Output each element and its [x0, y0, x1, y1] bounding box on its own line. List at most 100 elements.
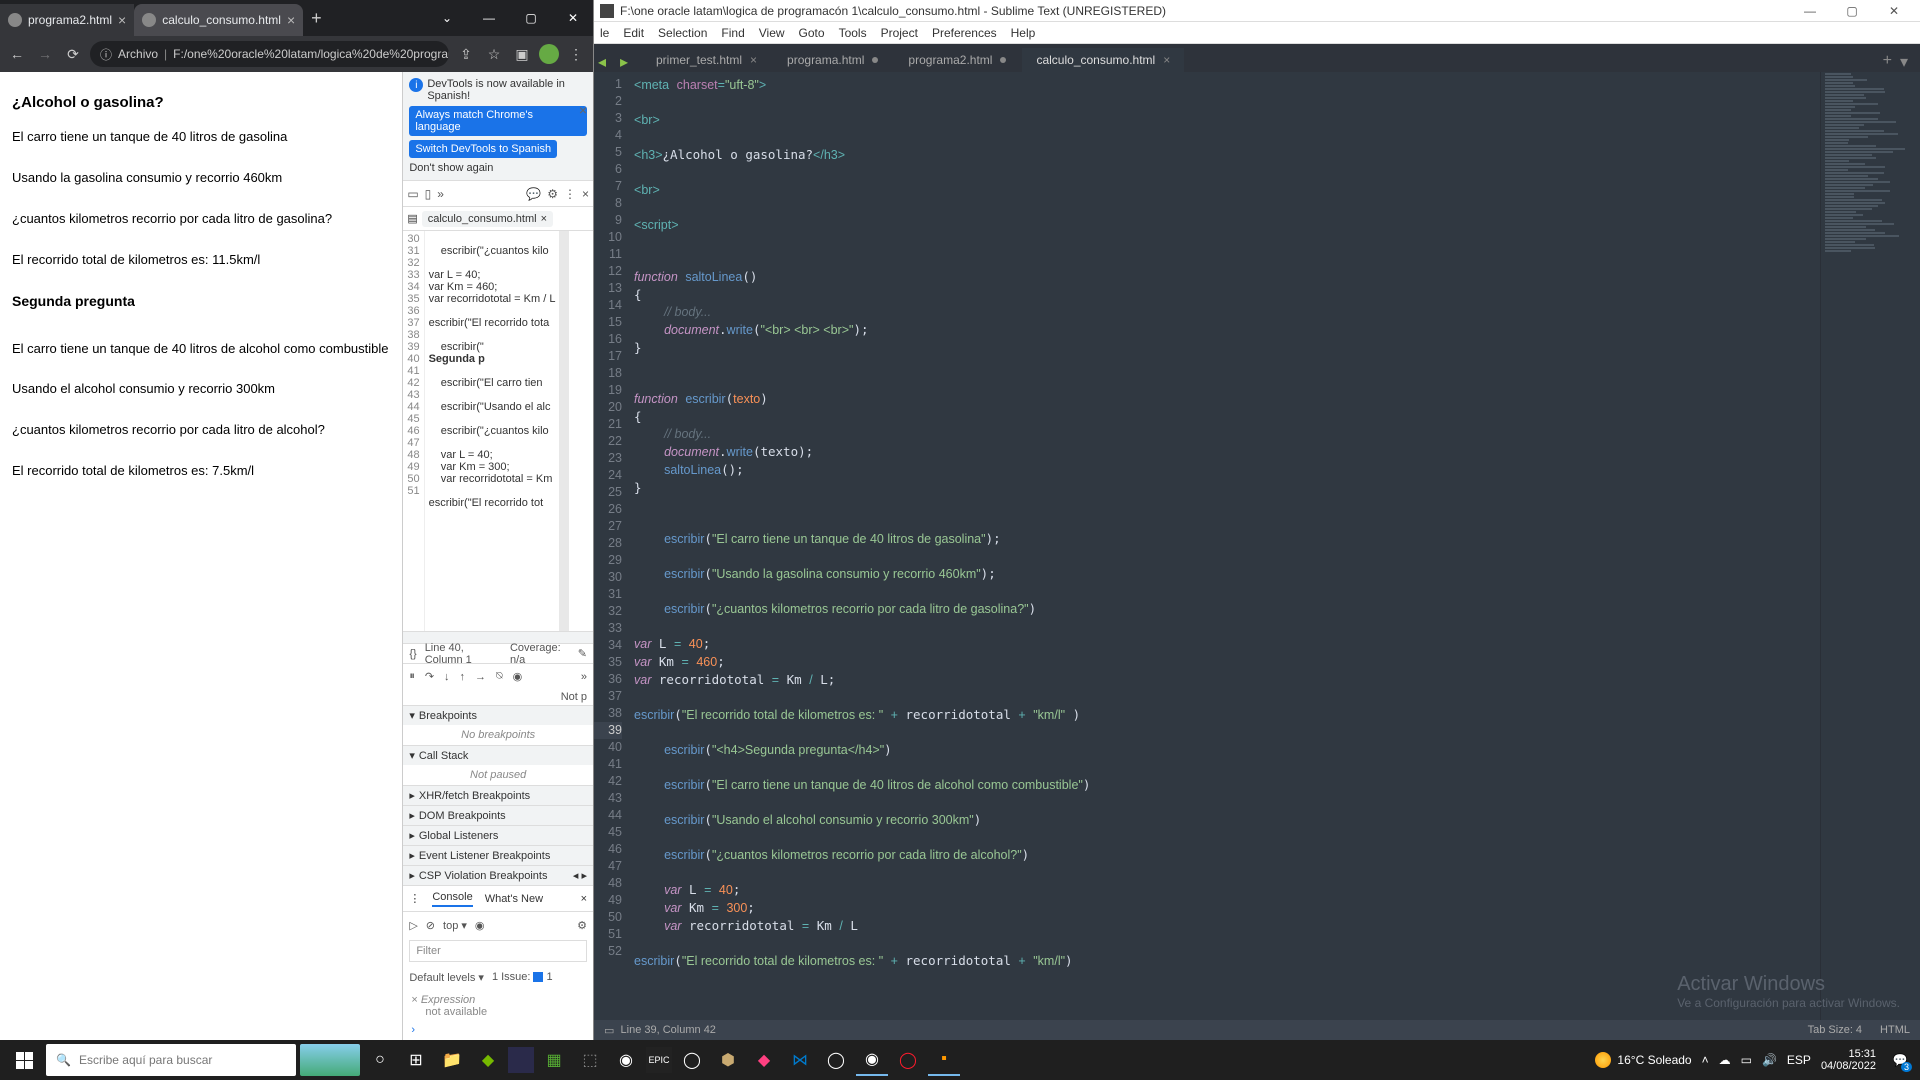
volume-icon[interactable]: 🔊 — [1762, 1053, 1777, 1067]
menu-item[interactable]: View — [759, 26, 785, 40]
more-icon[interactable]: » — [581, 671, 587, 683]
console-prompt[interactable]: › — [411, 1024, 585, 1036]
close-icon[interactable]: × — [581, 893, 587, 905]
braces-icon[interactable]: {} — [409, 648, 416, 660]
cortana-icon[interactable]: ○ — [364, 1044, 396, 1076]
add-tab-icon[interactable]: + — [1883, 52, 1892, 72]
close-icon[interactable]: ✕ — [1874, 4, 1914, 18]
epic-icon[interactable]: EPIC — [646, 1047, 672, 1073]
new-tab-button[interactable]: + — [311, 8, 322, 29]
close-icon[interactable]: ✕ — [553, 3, 593, 33]
dont-show-link[interactable]: Don't show again — [409, 162, 587, 174]
chevron-up-icon[interactable]: ˄ — [1702, 1053, 1709, 1067]
pause-icon[interactable]: ⏸ — [409, 670, 415, 683]
back-icon[interactable]: ← — [6, 43, 28, 65]
context-select[interactable]: top ▾ — [443, 919, 467, 932]
editor-tab-active[interactable]: calculo_consumo.html× — [1022, 48, 1184, 72]
minimize-icon[interactable]: — — [1790, 4, 1830, 18]
explorer-icon[interactable]: 📁 — [436, 1044, 468, 1076]
editor-tab[interactable]: programa2.html — [894, 48, 1020, 72]
clock[interactable]: 15:31 04/08/2022 — [1821, 1048, 1876, 1072]
maximize-icon[interactable]: ▢ — [511, 3, 551, 33]
event-bp-header[interactable]: ▸ Event Listener Breakpoints — [403, 846, 593, 865]
menu-item[interactable]: Preferences — [932, 26, 997, 40]
tab-size[interactable]: Tab Size: 4 — [1808, 1024, 1862, 1036]
menu-item[interactable]: Edit — [623, 26, 644, 40]
close-icon[interactable]: × — [582, 187, 589, 201]
levels-select[interactable]: Default levels ▾ — [409, 971, 484, 984]
code-editor[interactable]: <meta charset="uft-8"> <br> <h3>¿Alcohol… — [628, 72, 1820, 1020]
gear-icon[interactable]: ⚙ — [547, 187, 558, 201]
panel-icon[interactable]: ▣ — [511, 43, 533, 65]
chevron-down-icon[interactable]: ⌄ — [427, 3, 467, 33]
steam-icon[interactable]: ◯ — [676, 1044, 708, 1076]
close-icon[interactable]: × — [411, 994, 417, 1006]
lol-icon[interactable]: ⬢ — [712, 1044, 744, 1076]
menu-item[interactable]: le — [600, 26, 609, 40]
forward-icon[interactable]: → — [34, 43, 56, 65]
status-toggle-icon[interactable]: ▭ — [604, 1024, 614, 1037]
step-over-icon[interactable]: ↷ — [425, 670, 434, 683]
app-icon[interactable]: ◆ — [748, 1044, 780, 1076]
maximize-icon[interactable]: ▢ — [1832, 4, 1872, 18]
inspect-icon[interactable]: ▭ — [407, 187, 418, 201]
menu-item[interactable]: Tools — [839, 26, 867, 40]
dom-bp-header[interactable]: ▸ DOM Breakpoints — [403, 806, 593, 825]
news-widget[interactable] — [300, 1044, 360, 1076]
cloud-icon[interactable]: ☁ — [1719, 1053, 1731, 1067]
nav-left-icon[interactable]: ◂ — [598, 52, 618, 72]
whatsnew-tab[interactable]: What's New — [485, 893, 543, 905]
address-bar[interactable]: ⓘ Archivo | F:/one%20oracle%20latam/logi… — [90, 41, 449, 67]
edit-icon[interactable]: ✎ — [578, 647, 587, 660]
close-icon[interactable]: × — [579, 102, 587, 118]
chrome-icon[interactable]: ◉ — [610, 1044, 642, 1076]
step-into-icon[interactable]: ↓ — [444, 671, 450, 683]
syntax[interactable]: HTML — [1880, 1024, 1910, 1036]
step-out-icon[interactable]: ↑ — [460, 671, 466, 683]
issues-badge[interactable]: 1 Issue:1 — [492, 971, 553, 983]
close-icon[interactable]: × — [287, 12, 295, 28]
menu-icon[interactable]: ⋮ — [565, 43, 587, 65]
global-listeners-header[interactable]: ▸ Global Listeners — [403, 826, 593, 845]
console-tab[interactable]: Console — [432, 891, 472, 907]
csp-bp-header[interactable]: ▸ CSP Violation Breakpoints◂ ▸ — [403, 866, 593, 885]
menu-icon[interactable]: ⋮ — [564, 187, 576, 201]
close-icon[interactable]: × — [750, 53, 757, 67]
close-icon[interactable]: × — [1163, 53, 1170, 67]
console-filter[interactable]: Filter — [409, 940, 587, 962]
xhr-bp-header[interactable]: ▸ XHR/fetch Breakpoints — [403, 786, 593, 805]
browser-tab[interactable]: programa2.html × — [0, 4, 134, 36]
steam-icon[interactable]: ◯ — [820, 1044, 852, 1076]
chat-icon[interactable]: 💬 — [526, 187, 541, 201]
menu-item[interactable]: Selection — [658, 26, 707, 40]
nvidia-icon[interactable]: ◆ — [472, 1044, 504, 1076]
menu-item[interactable]: Project — [881, 26, 918, 40]
weather-widget[interactable]: 16°C Soleado — [1595, 1052, 1691, 1068]
app-icon[interactable] — [508, 1047, 534, 1073]
notifications-icon[interactable]: 💬3 — [1886, 1046, 1914, 1074]
pause-exc-icon[interactable]: ◉ — [513, 670, 523, 683]
vscode-icon[interactable]: ⋈ — [784, 1044, 816, 1076]
taskbar-search[interactable]: 🔍 Escribe aquí para buscar — [46, 1044, 296, 1076]
opera-icon[interactable]: ◯ — [892, 1044, 924, 1076]
block-icon[interactable]: ⊘ — [426, 919, 435, 932]
breakpoints-header[interactable]: ▾ Breakpoints — [403, 706, 593, 725]
callstack-header[interactable]: ▾ Call Stack — [403, 746, 593, 765]
menu-item[interactable]: Help — [1011, 26, 1036, 40]
chrome-taskbar-icon[interactable]: ◉ — [856, 1044, 888, 1076]
minecraft-icon[interactable]: ▦ — [538, 1044, 570, 1076]
browser-tab-active[interactable]: calculo_consumo.html × — [134, 4, 303, 36]
network-icon[interactable]: ▭ — [1741, 1053, 1752, 1067]
close-icon[interactable]: × — [541, 213, 547, 225]
minimize-icon[interactable]: — — [469, 3, 509, 33]
reload-icon[interactable]: ⟳ — [62, 43, 84, 65]
gear-icon[interactable]: ⚙ — [577, 919, 587, 932]
close-icon[interactable]: × — [118, 12, 126, 28]
star-icon[interactable]: ☆ — [483, 43, 505, 65]
deactivate-bp-icon[interactable]: ⍉ — [496, 670, 503, 683]
share-icon[interactable]: ⇪ — [455, 43, 477, 65]
menu-item[interactable]: Find — [721, 26, 744, 40]
menu-icon[interactable]: ⋮ — [409, 892, 420, 905]
navigator-icon[interactable]: ▤ — [407, 212, 417, 225]
more-icon[interactable]: » — [437, 187, 444, 201]
